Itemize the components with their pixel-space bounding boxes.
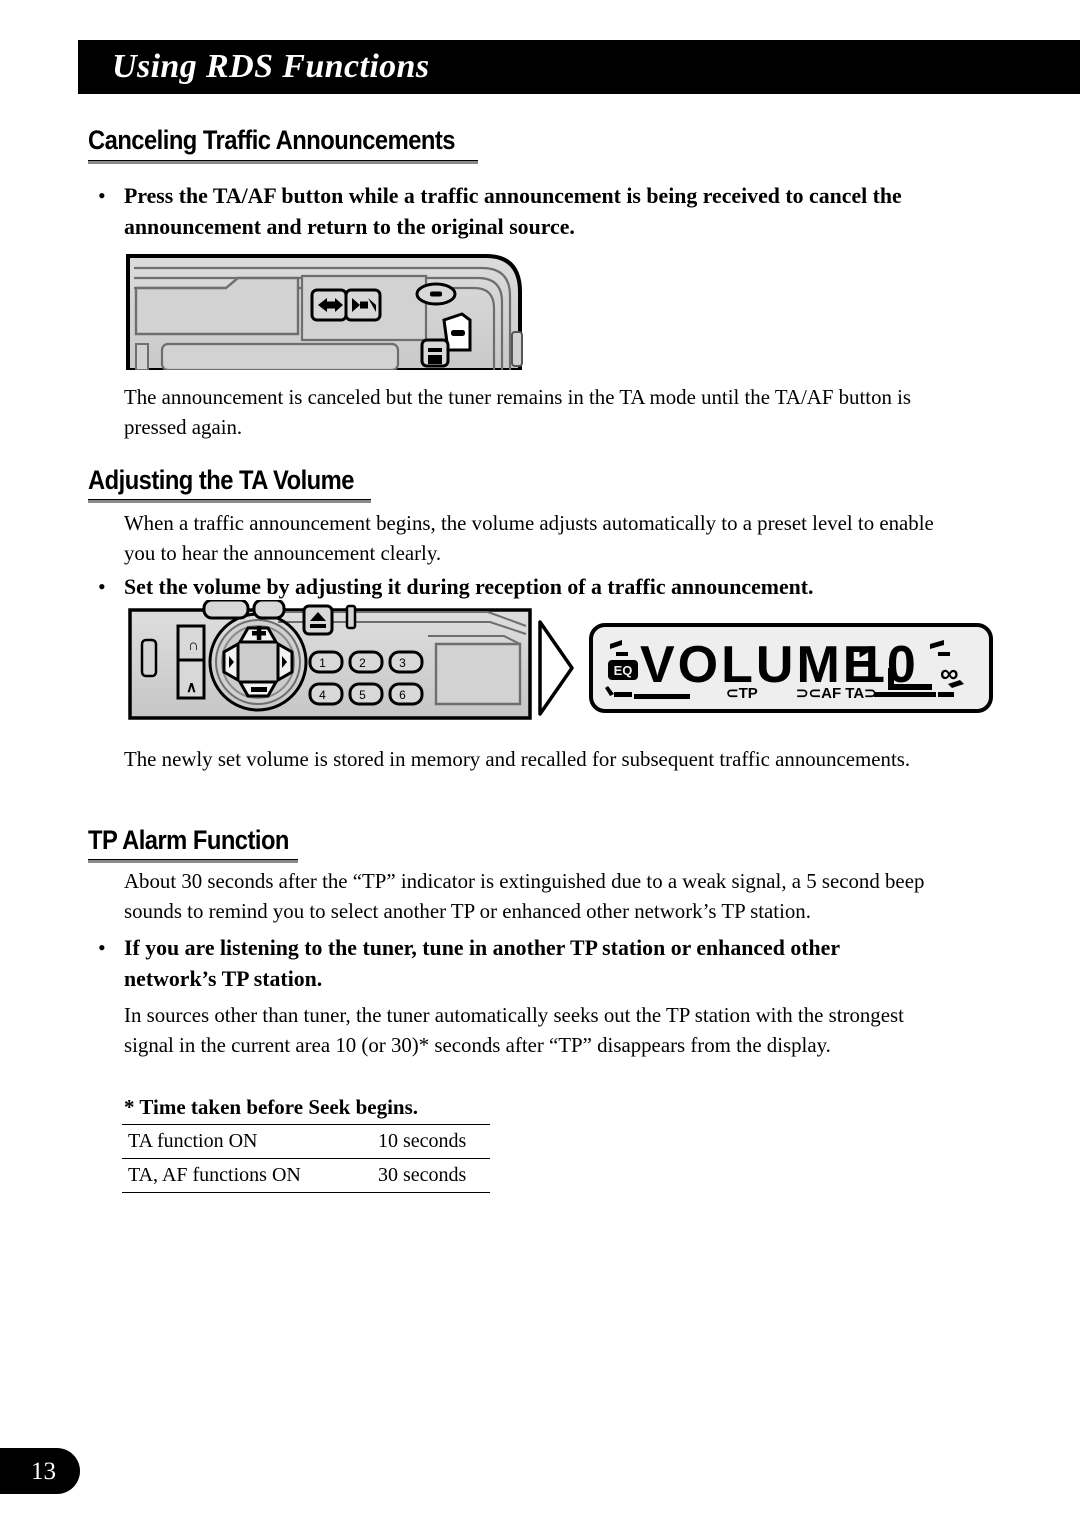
ta-af-button-pair xyxy=(310,288,382,322)
svg-text:∩: ∩ xyxy=(188,637,199,654)
bullet-marker-2: • xyxy=(98,574,106,599)
lcd-display-drawing: EQ VOLUME 10 ⊂TP ⊃⊂AF TA⊃ ∞ xyxy=(589,623,993,713)
table-cell-value: 30 seconds xyxy=(372,1158,490,1193)
lcd-display-panel: EQ VOLUME 10 ⊂TP ⊃⊂AF TA⊃ ∞ xyxy=(588,622,994,714)
seek-table-footnote: * Time taken before Seek begins. xyxy=(124,1095,419,1119)
section-1-note: The announcement is canceled but the tun… xyxy=(124,385,912,439)
svg-text:EQ: EQ xyxy=(614,663,633,678)
bullet-marker-3: • xyxy=(98,935,106,960)
seek-table-body: TA function ON 10 seconds TA, AF functio… xyxy=(122,1124,490,1193)
pointer-triangle-icon xyxy=(534,616,578,720)
section-3-note: In sources other than tuner, the tuner a… xyxy=(124,1003,904,1057)
table-row: TA, AF functions ON 30 seconds xyxy=(122,1158,490,1193)
page-number-tab: 13 xyxy=(0,1448,80,1494)
table-cell-label: TA function ON xyxy=(122,1124,372,1159)
lcd-eq-indicator: EQ xyxy=(608,660,638,680)
svg-text:⊃⊂AF TA⊃: ⊃⊂AF TA⊃ xyxy=(796,685,877,702)
head-unit-illustration-volume: ∩ ∧ 1 2 3 4 5 6 xyxy=(128,600,532,720)
section-3-bullet: If you are listening to the tuner, tune … xyxy=(124,935,840,991)
head-unit-illustration-taaf xyxy=(126,248,532,370)
section-rule-1 xyxy=(88,160,478,164)
svg-text:6: 6 xyxy=(399,688,406,702)
page-number: 13 xyxy=(31,1457,56,1485)
preset-buttons-row-2: 4 5 6 xyxy=(308,682,424,706)
section-heading-canceling-traffic-announcements: Canceling Traffic Announcements xyxy=(88,125,455,155)
section-rule-3 xyxy=(88,859,298,863)
section-3-intro: About 30 seconds after the “TP” indicato… xyxy=(124,869,925,923)
svg-text:⊂TP: ⊂TP xyxy=(726,685,758,702)
table-row: TA function ON 10 seconds xyxy=(122,1124,490,1159)
lcd-indicator-row: ⊂TP ⊃⊂AF TA⊃ xyxy=(726,685,877,702)
section-heading-tp-alarm-function: TP Alarm Function xyxy=(88,825,289,855)
page-title: Using RDS Functions xyxy=(112,48,430,85)
svg-text:∧: ∧ xyxy=(186,679,197,696)
head-unit-drawing-2: ∩ ∧ 1 2 3 4 5 6 xyxy=(128,600,532,720)
page-header-bar: Using RDS Functions xyxy=(78,40,1080,94)
bullet-marker-1: • xyxy=(98,183,106,208)
section-rule-2 xyxy=(88,499,371,503)
section-2-bullet: Set the volume by adjusting it during re… xyxy=(124,574,814,599)
table-cell-value: 10 seconds xyxy=(372,1124,490,1159)
svg-text:1: 1 xyxy=(319,656,326,670)
head-unit-drawing-1 xyxy=(126,254,523,370)
section-1-bullet: Press the TA/AF button while a traffic a… xyxy=(124,183,902,239)
section-2-note: The newly set volume is stored in memory… xyxy=(124,747,911,771)
svg-text:2: 2 xyxy=(359,656,366,670)
section-heading-adjusting-ta-volume: Adjusting the TA Volume xyxy=(88,465,354,495)
section-2-intro: When a traffic announcement begins, the … xyxy=(124,511,934,565)
seek-time-table: TA function ON 10 seconds TA, AF functio… xyxy=(122,1124,490,1193)
svg-text:5: 5 xyxy=(359,688,366,702)
svg-text:4: 4 xyxy=(319,688,326,702)
table-cell-label: TA, AF functions ON xyxy=(122,1158,372,1193)
preset-buttons-row-1: 1 2 3 xyxy=(308,650,424,674)
svg-text:3: 3 xyxy=(399,656,406,670)
